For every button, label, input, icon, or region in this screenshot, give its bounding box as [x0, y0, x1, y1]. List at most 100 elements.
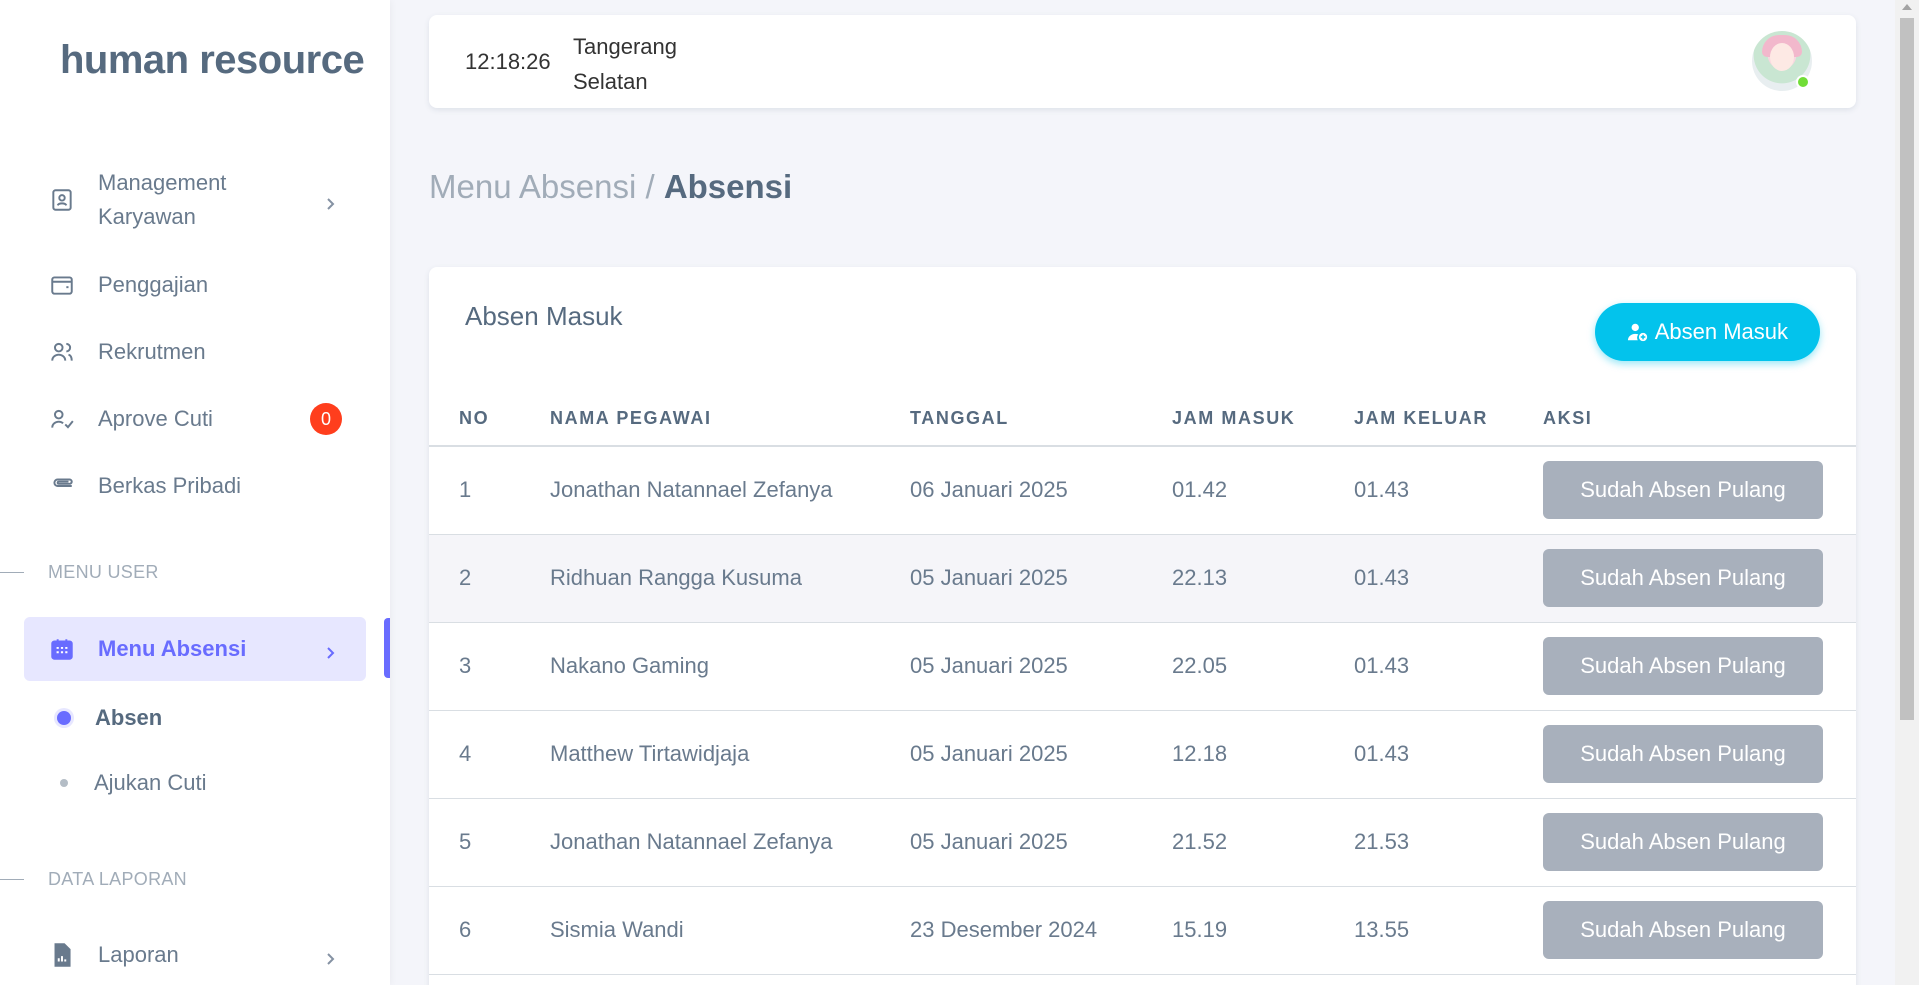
- scrollbar-thumb[interactable]: [1900, 18, 1914, 720]
- sidebar-item-label: Aprove Cuti: [98, 406, 213, 431]
- breadcrumb-parent[interactable]: Menu Absensi /: [429, 168, 655, 205]
- cell-jam-keluar: 01.43: [1354, 622, 1543, 711]
- chevron-right-icon: [322, 641, 338, 659]
- sudah-absen-pulang-button[interactable]: Sudah Absen Pulang: [1543, 461, 1823, 520]
- sidebar-item-berkas-pribadi[interactable]: Berkas Pribadi: [24, 466, 366, 506]
- divider: [0, 879, 24, 880]
- cell-no: 2: [429, 534, 550, 623]
- absen-masuk-button-label: Absen Masuk: [1654, 319, 1788, 344]
- paperclip-icon: [48, 472, 76, 500]
- col-jam-keluar: JAM KELUAR: [1354, 404, 1543, 447]
- cell-nama: Ridhuan Rangga Kusuma: [550, 534, 910, 623]
- absen-masuk-button[interactable]: Absen Masuk: [1594, 303, 1820, 361]
- notification-badge: 0: [310, 403, 342, 435]
- col-nama: NAMA PEGAWAI: [550, 404, 910, 447]
- sidebar-item-laporan[interactable]: Laporan: [24, 935, 366, 975]
- cell-jam-masuk: 01.42: [1172, 446, 1354, 535]
- section-label: MENU USER: [48, 562, 159, 582]
- breadcrumb-current: Absensi: [663, 168, 793, 205]
- user-check-icon: [48, 405, 76, 433]
- absensi-table: NO NAMA PEGAWAI TANGGAL JAM MASUK JAM KE…: [429, 404, 1856, 975]
- active-indicator: [384, 618, 390, 678]
- scroll-up-arrow-icon[interactable]: [1902, 4, 1912, 10]
- cell-jam-masuk: 12.18: [1172, 710, 1354, 799]
- wallet-icon: [48, 271, 76, 299]
- col-jam-masuk: JAM MASUK: [1172, 404, 1354, 447]
- top-navbar: 12:18:26 Tangerang Selatan: [429, 15, 1856, 108]
- page-scrollbar[interactable]: [1895, 0, 1919, 985]
- file-chart-icon: [48, 941, 76, 969]
- cell-nama: Jonathan Natannael Zefanya: [550, 798, 910, 887]
- cell-nama: Nakano Gaming: [550, 622, 910, 711]
- sidebar-item-rekrutmen[interactable]: Rekrutmen: [24, 332, 366, 372]
- cell-tanggal: 05 Januari 2025: [910, 622, 1172, 711]
- sidebar-item-label: Rekrutmen: [98, 339, 206, 364]
- cell-jam-masuk: 22.05: [1172, 622, 1354, 711]
- table-row: 5 Jonathan Natannael Zefanya 05 Januari …: [429, 798, 1856, 887]
- cell-no: 6: [429, 886, 550, 975]
- subitem-label: Ajukan Cuti: [94, 770, 207, 795]
- sudah-absen-pulang-button[interactable]: Sudah Absen Pulang: [1543, 725, 1823, 783]
- cell-tanggal: 05 Januari 2025: [910, 710, 1172, 799]
- cell-no: 4: [429, 710, 550, 799]
- cell-aksi: Sudah Absen Pulang: [1543, 886, 1856, 975]
- table-row: 3 Nakano Gaming 05 Januari 2025 22.05 01…: [429, 622, 1856, 711]
- location-text: Tangerang Selatan: [573, 34, 677, 94]
- table-row: 6 Sismia Wandi 23 Desember 2024 15.19 13…: [429, 886, 1856, 975]
- cell-nama: Matthew Tirtawidjaja: [550, 710, 910, 799]
- brand-logo[interactable]: human resource: [60, 38, 365, 83]
- cell-no: 5: [429, 798, 550, 887]
- col-no: NO: [429, 404, 550, 447]
- sidebar-item-management-karyawan[interactable]: Management Karyawan: [24, 165, 366, 235]
- sidebar-item-menu-absensi[interactable]: Menu Absensi: [24, 617, 366, 681]
- user-plus-icon: [1627, 323, 1647, 342]
- divider: [0, 572, 24, 573]
- sidebar-item-label: Menu Absensi: [98, 636, 247, 661]
- sidebar-item-label: Laporan: [98, 942, 179, 967]
- chevron-right-icon: [322, 947, 338, 965]
- avatar[interactable]: [1752, 31, 1812, 91]
- cell-no: 1: [429, 446, 550, 535]
- cell-jam-keluar: 21.53: [1354, 798, 1543, 887]
- col-tanggal: TANGGAL: [910, 404, 1172, 447]
- sidebar-item-label: Penggajian: [98, 272, 209, 297]
- cell-nama: Jonathan Natannael Zefanya: [550, 446, 910, 535]
- cell-jam-keluar: 01.43: [1354, 534, 1543, 623]
- cell-no: 3: [429, 622, 550, 711]
- sidebar-subitem-absen[interactable]: Absen: [56, 705, 162, 731]
- sudah-absen-pulang-button[interactable]: Sudah Absen Pulang: [1543, 813, 1823, 871]
- sudah-absen-pulang-button[interactable]: Sudah Absen Pulang: [1543, 549, 1823, 607]
- absen-card: Absen Masuk Absen Masuk NO NAMA PEGAWAI …: [429, 267, 1856, 985]
- cell-aksi: Sudah Absen Pulang: [1543, 622, 1856, 711]
- cell-jam-masuk: 15.19: [1172, 886, 1354, 975]
- sudah-absen-pulang-button[interactable]: Sudah Absen Pulang: [1543, 637, 1823, 695]
- dot-icon: [60, 779, 68, 787]
- sudah-absen-pulang-button[interactable]: Sudah Absen Pulang: [1543, 901, 1823, 959]
- sidebar-item-label: Berkas Pribadi: [98, 473, 242, 498]
- table-row: 1 Jonathan Natannael Zefanya 06 Januari …: [429, 446, 1856, 535]
- menu-header-laporan: DATA LAPORAN: [0, 869, 187, 890]
- cell-nama: Sismia Wandi: [550, 886, 910, 975]
- sidebar-subitem-ajukan-cuti[interactable]: Ajukan Cuti: [56, 770, 207, 796]
- sidebar-item-aprove-cuti[interactable]: Aprove Cuti 0: [24, 399, 366, 439]
- table-header-row: NO NAMA PEGAWAI TANGGAL JAM MASUK JAM KE…: [429, 404, 1856, 447]
- avatar-face: [1770, 43, 1794, 71]
- id-card-icon: [48, 186, 76, 214]
- cell-jam-keluar: 01.43: [1354, 446, 1543, 535]
- calendar-icon: [48, 635, 76, 663]
- sidebar-item-penggajian[interactable]: Penggajian: [24, 265, 366, 305]
- chevron-right-icon: [322, 192, 338, 210]
- cell-aksi: Sudah Absen Pulang: [1543, 534, 1856, 623]
- card-title: Absen Masuk: [465, 301, 623, 331]
- breadcrumb: Menu Absensi / Absensi: [429, 168, 792, 206]
- cell-tanggal: 05 Januari 2025: [910, 798, 1172, 887]
- menu-header-user: MENU USER: [0, 562, 159, 583]
- cell-tanggal: 06 Januari 2025: [910, 446, 1172, 535]
- cell-jam-masuk: 21.52: [1172, 798, 1354, 887]
- section-label: DATA LAPORAN: [48, 869, 187, 889]
- cell-aksi: Sudah Absen Pulang: [1543, 710, 1856, 799]
- subitem-label: Absen: [95, 705, 163, 730]
- cell-jam-keluar: 13.55: [1354, 886, 1543, 975]
- cell-jam-masuk: 22.13: [1172, 534, 1354, 623]
- table-row: 4 Matthew Tirtawidjaja 05 Januari 2025 1…: [429, 710, 1856, 799]
